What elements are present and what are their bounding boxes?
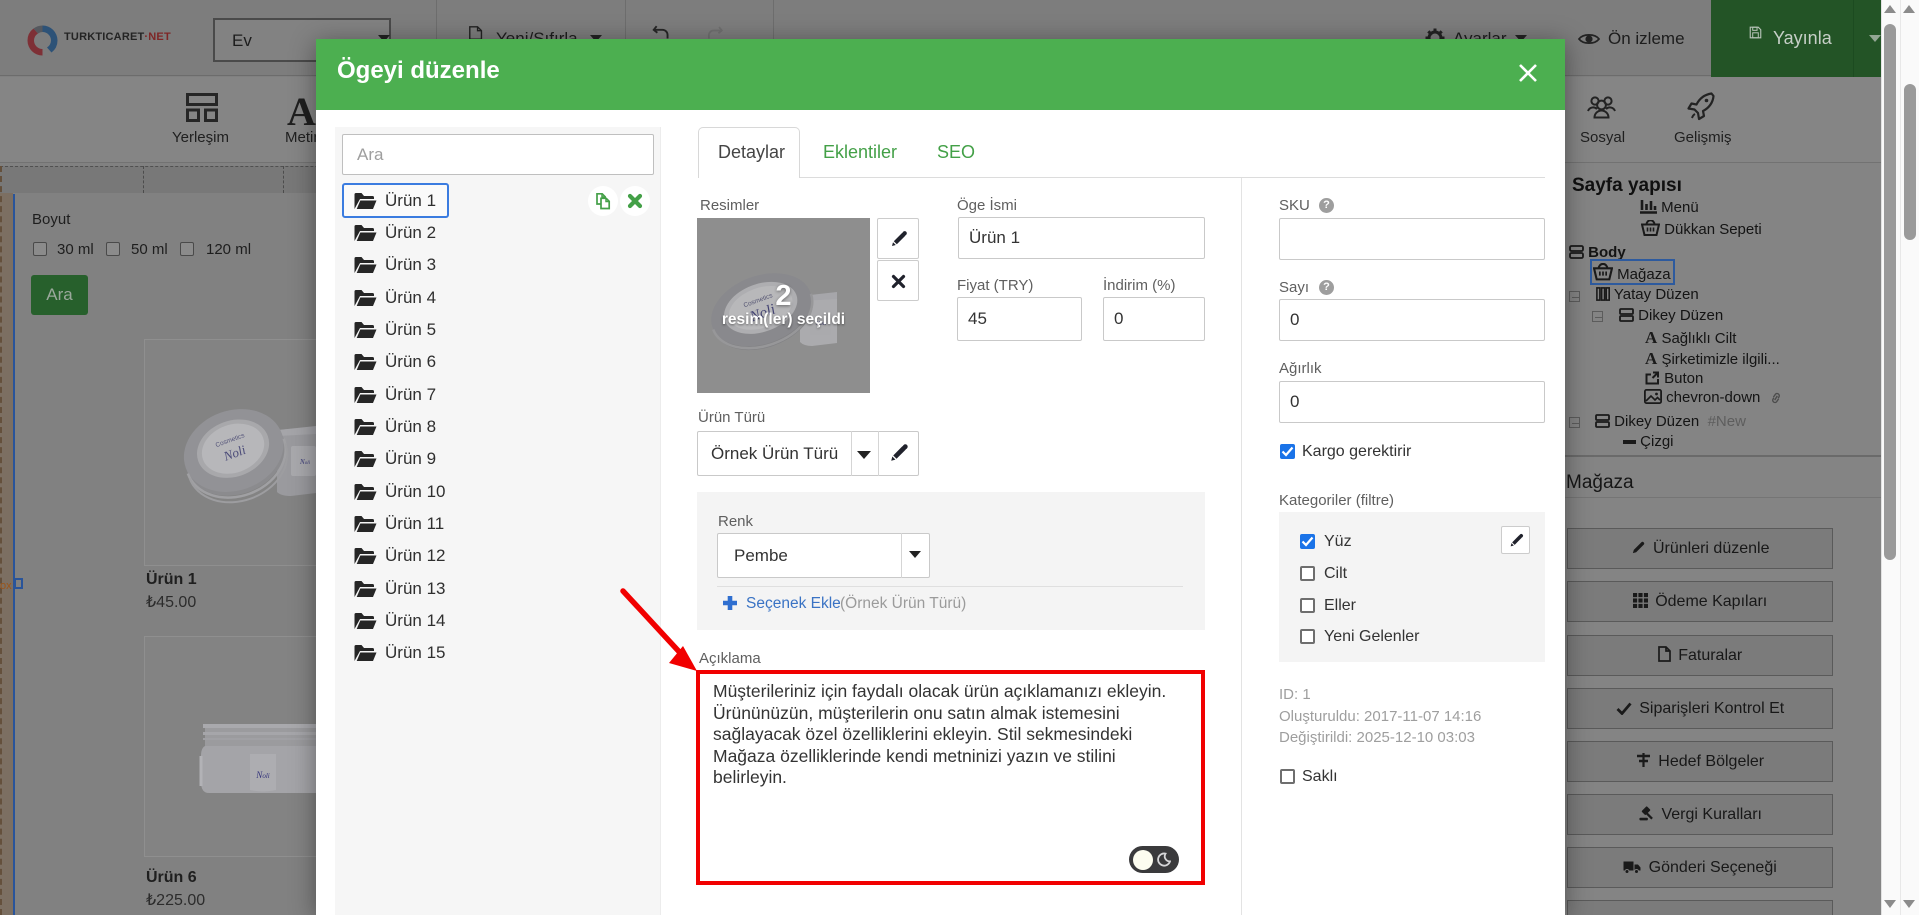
svg-text:Noli: Noli [255, 770, 269, 780]
